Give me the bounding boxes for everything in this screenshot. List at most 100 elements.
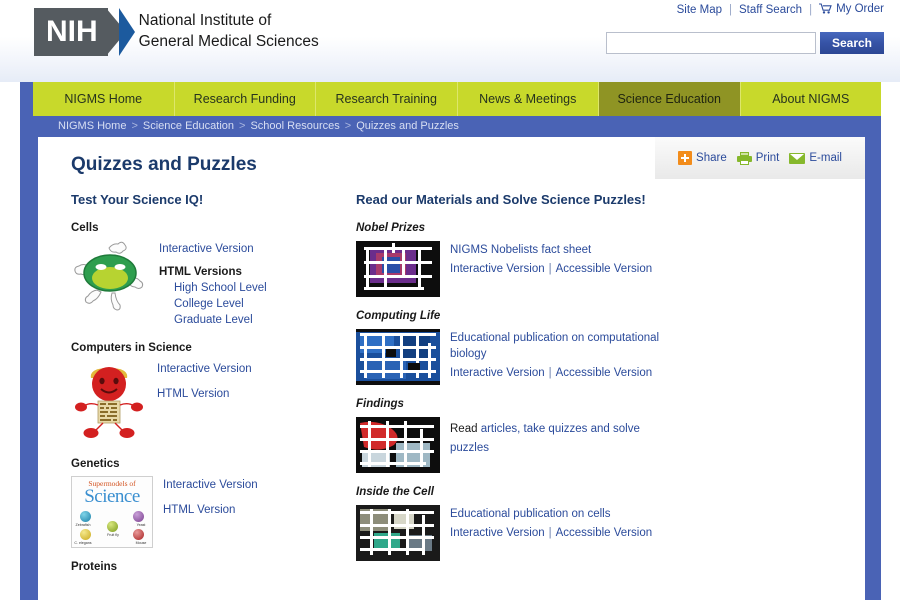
computing-life-publication-link[interactable]: Educational publication on computational… — [450, 331, 676, 363]
poster-organism-3: C. elegans — [74, 540, 92, 545]
nobel-link-separator: | — [548, 263, 552, 276]
cell-character-thumbnail[interactable] — [71, 240, 149, 329]
site-header: NIH National Institute of General Medica… — [0, 0, 900, 82]
inside-the-cell-link-separator: | — [548, 527, 552, 540]
poster-organism-1: Yeast — [136, 522, 146, 527]
plus-square-icon — [678, 151, 693, 165]
computing-life-accessible-version-link[interactable]: Accessible Version — [556, 367, 653, 379]
poster-organism-0: Zebrafish — [75, 522, 91, 527]
inside-the-cell-interactive-version-link[interactable]: Interactive Version — [450, 527, 545, 539]
cells-graduate-level-link[interactable]: Graduate Level — [159, 313, 267, 329]
left-column: Test Your Science IQ! Cells Interactive … — [71, 192, 356, 579]
cells-links: Interactive Version HTML Versions High S… — [159, 240, 267, 329]
inside-the-cell-publication-link[interactable]: Educational publication on cells — [450, 507, 652, 523]
cells-html-versions-label: HTML Versions — [159, 266, 242, 279]
breadcrumb-item-school-resources[interactable]: School Resources — [250, 120, 339, 132]
nav-item-research-funding[interactable]: Research Funding — [174, 82, 316, 116]
utility-link-staff-search[interactable]: Staff Search — [739, 4, 802, 16]
cells-interactive-version-link[interactable]: Interactive Version — [159, 242, 267, 258]
robot-character-thumbnail[interactable] — [71, 360, 147, 445]
computing-life-links: Educational publication on computational… — [450, 329, 676, 385]
section-computing-life: Educational publication on computational… — [356, 329, 676, 386]
cells-high-school-level-link[interactable]: High School Level — [159, 281, 267, 297]
share-button[interactable]: Share — [678, 151, 727, 165]
nav-item-science-education[interactable]: Science Education — [599, 82, 741, 116]
breadcrumb-separator-3: > — [344, 120, 352, 132]
computing-life-link-separator: | — [548, 366, 552, 379]
findings-crossword-thumbnail[interactable] — [356, 417, 440, 474]
nih-logo-mark: NIH — [34, 8, 135, 56]
breadcrumb-item-science-education[interactable]: Science Education — [143, 120, 234, 132]
page-frame: NIGMS Home Research Funding Research Tra… — [20, 82, 881, 600]
inside-the-cell-accessible-version-link[interactable]: Accessible Version — [556, 527, 653, 539]
nobel-crossword-thumbnail[interactable] — [356, 241, 440, 298]
genetics-interactive-version-link[interactable]: Interactive Version — [163, 478, 258, 494]
nobel-fact-sheet-link[interactable]: NIGMS Nobelists fact sheet — [450, 243, 652, 259]
envelope-icon — [789, 152, 806, 164]
section-title-proteins: Proteins — [71, 560, 118, 573]
utility-link-my-order[interactable]: My Order — [819, 3, 884, 17]
computers-in-science-links: Interactive Version HTML Version — [157, 360, 252, 445]
genetics-html-version-link[interactable]: HTML Version — [163, 503, 258, 519]
right-column: Read our Materials and Solve Science Puz… — [356, 192, 676, 579]
genetics-links: Interactive Version HTML Version — [163, 476, 258, 548]
nav-item-nigms-home[interactable]: NIGMS Home — [33, 82, 175, 116]
nih-logo[interactable]: NIH National Institute of General Medica… — [34, 8, 319, 56]
cells-college-level-link[interactable]: College Level — [159, 297, 267, 313]
computing-life-crossword-thumbnail[interactable] — [356, 329, 440, 386]
section-title-cells: Cells — [71, 222, 99, 235]
cart-icon — [819, 3, 832, 17]
breadcrumb-item-current: Quizzes and Puzzles — [356, 120, 459, 132]
poster-organism-4: Mouse — [135, 540, 147, 545]
utility-separator-1: | — [729, 4, 732, 16]
computing-life-interactive-version-link[interactable]: Interactive Version — [450, 367, 545, 379]
search-input[interactable] — [605, 32, 816, 54]
left-column-heading: Test Your Science IQ! — [71, 192, 204, 207]
section-cells: Interactive Version HTML Versions High S… — [71, 240, 356, 329]
computers-html-version-link[interactable]: HTML Version — [157, 387, 252, 403]
content-columns: Test Your Science IQ! Cells Interactive … — [71, 192, 841, 579]
section-genetics: Supermodels of Science Zebrafish Yeast F… — [71, 475, 356, 548]
institute-name-line1: National Institute of — [138, 12, 272, 30]
print-button-label: Print — [755, 152, 780, 164]
section-title-computing-life: Computing Life — [356, 310, 441, 323]
nav-item-research-training[interactable]: Research Training — [316, 82, 458, 116]
breadcrumb: NIGMS Home > Science Education > School … — [20, 116, 881, 136]
page-content: Share Print E-mail Quizzes and Puzzles T… — [38, 137, 865, 600]
utility-separator-2: | — [809, 4, 813, 16]
nav-item-about-nigms[interactable]: About NIGMS — [740, 82, 881, 116]
utility-link-my-order-label: My Order — [836, 3, 884, 15]
findings-links: Read articles, take quizzes and solve pu… — [450, 417, 676, 473]
section-findings: Read articles, take quizzes and solve pu… — [356, 417, 676, 474]
institute-name-line2: General Medical Sciences — [138, 33, 319, 50]
print-button[interactable]: Print — [736, 151, 780, 165]
main-navigation: NIGMS Home Research Funding Research Tra… — [33, 82, 881, 116]
inside-the-cell-links: Educational publication on cells Interac… — [450, 505, 652, 561]
section-inside-the-cell: Educational publication on cells Interac… — [356, 505, 676, 562]
share-toolbar: Share Print E-mail — [655, 137, 865, 179]
section-computers-in-science: Interactive Version HTML Version — [71, 360, 356, 445]
inside-the-cell-crossword-thumbnail[interactable] — [356, 505, 440, 562]
nih-chevron-icon — [105, 8, 135, 56]
nobel-interactive-version-link[interactable]: Interactive Version — [450, 263, 545, 275]
findings-description-prefix: Read — [450, 423, 481, 436]
section-title-nobel-prizes: Nobel Prizes — [356, 222, 426, 235]
nih-logotype: NIH — [34, 8, 108, 56]
search-form: Search — [605, 32, 884, 54]
utility-links: Site Map | Staff Search | My Order — [677, 3, 884, 17]
supermodels-poster-thumbnail[interactable]: Supermodels of Science Zebrafish Yeast F… — [71, 475, 153, 548]
computers-interactive-version-link[interactable]: Interactive Version — [157, 362, 252, 378]
poster-organism-2: Fruit fly — [107, 532, 119, 537]
nobel-accessible-version-link[interactable]: Accessible Version — [556, 263, 653, 275]
search-button[interactable]: Search — [819, 32, 884, 54]
printer-icon — [736, 151, 752, 165]
utility-link-site-map[interactable]: Site Map — [677, 4, 722, 16]
page-title: Quizzes and Puzzles — [71, 154, 257, 175]
email-button[interactable]: E-mail — [789, 152, 842, 164]
nav-item-news-meetings[interactable]: News & Meetings — [457, 82, 599, 116]
breadcrumb-item-nigms-home[interactable]: NIGMS Home — [58, 120, 126, 132]
section-nobel-prizes: NIGMS Nobelists fact sheet Interactive V… — [356, 241, 676, 298]
section-title-inside-the-cell: Inside the Cell — [356, 486, 434, 499]
right-column-heading: Read our Materials and Solve Science Puz… — [356, 192, 646, 207]
breadcrumb-separator-2: > — [239, 120, 246, 132]
